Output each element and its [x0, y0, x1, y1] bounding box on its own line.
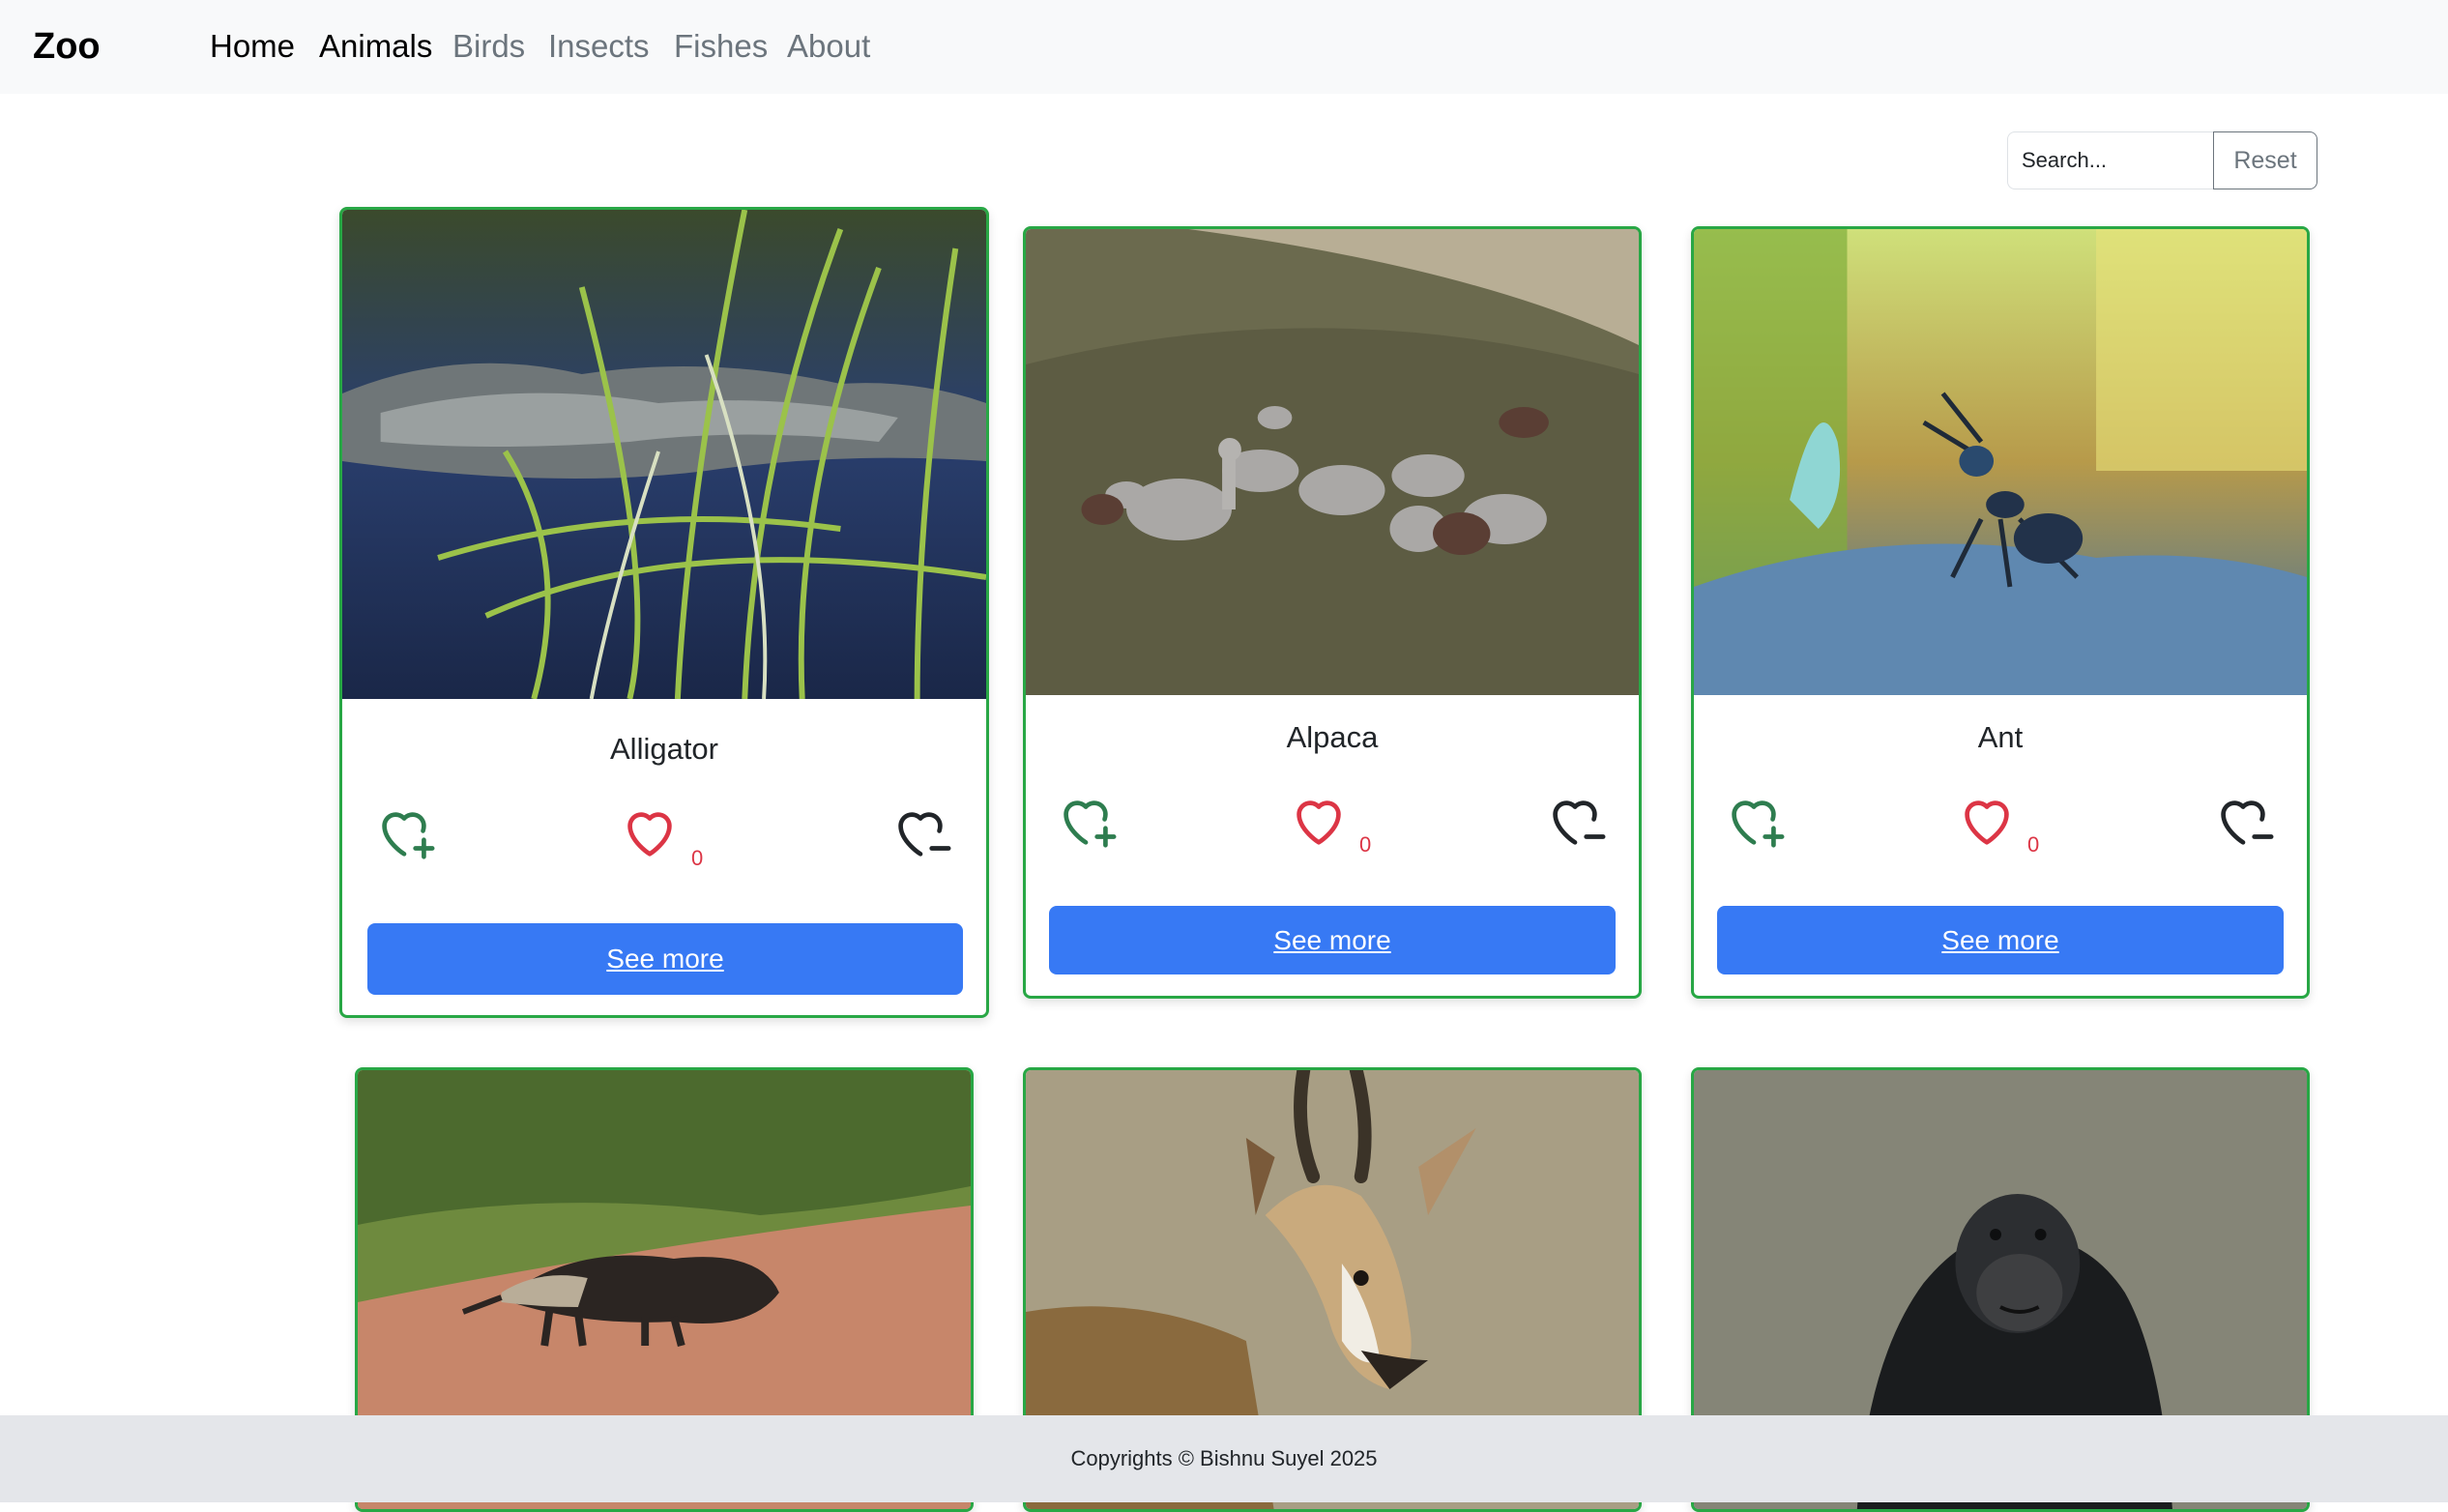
see-more-button[interactable]: See more [367, 923, 963, 995]
animal-card: Ant 0 See more [1691, 226, 2310, 999]
like-count: 0 [1359, 832, 1372, 857]
ant-photo [1694, 229, 2307, 695]
nav-link-birds[interactable]: Birds [452, 21, 525, 72]
search-input[interactable] [2007, 131, 2213, 189]
nav-link-home[interactable]: Home [210, 21, 295, 72]
search-form: Reset [2007, 131, 2317, 189]
alligator-photo [342, 210, 986, 699]
heart-icon[interactable] [1950, 786, 2024, 854]
animal-card: Alligator 0 See more [339, 207, 989, 1018]
copyright-text: Copyrights © Bishnu Suyel 2025 [1070, 1446, 1378, 1470]
heart-icon[interactable] [613, 798, 686, 865]
alpaca-photo [1026, 229, 1639, 695]
card-title: Alligator [610, 732, 718, 766]
heart-minus-icon[interactable] [1538, 786, 1612, 854]
navbar: Zoo Home Animals Birds Insects Fishes Ab… [0, 0, 2448, 94]
like-count: 0 [2027, 832, 2040, 857]
like-count: 0 [691, 846, 704, 870]
card-title: Alpaca [1286, 720, 1379, 754]
nav-link-about[interactable]: About [787, 21, 870, 72]
nav-link-fishes[interactable]: Fishes [674, 21, 768, 72]
nav-link-animals[interactable]: Animals [319, 21, 432, 72]
heart-icon[interactable] [1282, 786, 1355, 854]
card-title: Ant [1977, 720, 2024, 754]
see-more-button[interactable]: See more [1717, 906, 2284, 974]
heart-plus-icon[interactable] [367, 798, 441, 865]
reset-button[interactable]: Reset [2213, 131, 2317, 189]
heart-plus-icon[interactable] [1049, 786, 1122, 854]
nav-link-insects[interactable]: Insects [548, 21, 650, 72]
see-more-button[interactable]: See more [1049, 906, 1616, 974]
heart-minus-icon[interactable] [2206, 786, 2280, 854]
heart-minus-icon[interactable] [884, 798, 957, 865]
heart-plus-icon[interactable] [1717, 786, 1791, 854]
brand-logo[interactable]: Zoo [33, 21, 101, 72]
animal-card: Alpaca 0 See more [1023, 226, 1642, 999]
footer: Copyrights © Bishnu Suyel 2025 [0, 1415, 2448, 1502]
